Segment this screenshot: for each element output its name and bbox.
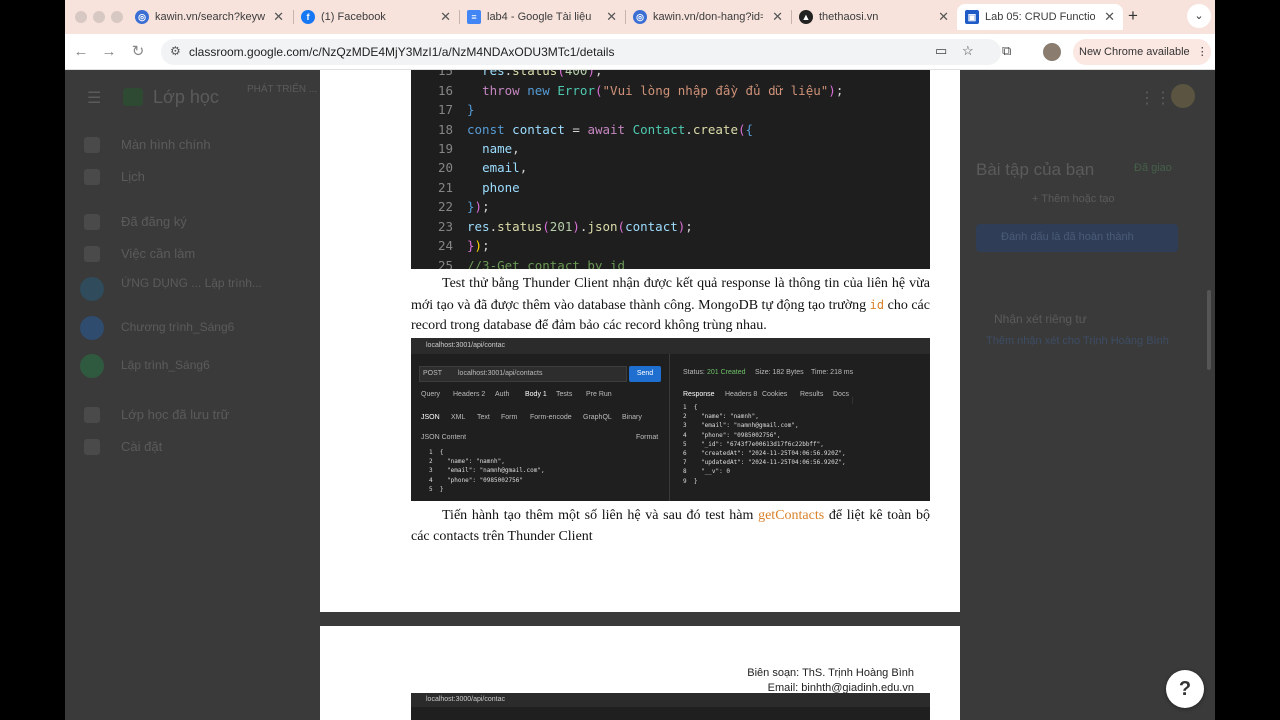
classroom-icon: ▣ (965, 10, 979, 24)
thunder-client-screenshot-2: localhost:3000/api/contac (411, 693, 930, 720)
bookmark-star-icon[interactable]: ☆ (962, 43, 974, 59)
apps-grid-icon[interactable]: ⋮⋮ (1139, 88, 1171, 108)
close-icon[interactable]: ✕ (1104, 9, 1115, 25)
paragraph-get-contacts: Tiến hành tạo thêm một số liên hệ và sau… (411, 508, 930, 544)
close-icon[interactable]: ✕ (772, 9, 783, 25)
classroom-logo (123, 88, 143, 106)
class-avatar (80, 277, 104, 301)
tab-kawin-order[interactable]: ◎ kawin.vn/don-hang?id=1 ✕ (625, 4, 791, 30)
request-body: 1 { 2 "name": "namnh", 3 "email": "namnh… (429, 449, 545, 493)
tab-kawin-search[interactable]: ◎ kawin.vn/search?keywor ✕ (127, 4, 292, 30)
assigned-status: Đã giao (1134, 162, 1172, 174)
tab-thethaosi[interactable]: ▲ thethaosi.vn ✕ (791, 4, 957, 30)
sidebar-item-class-1[interactable]: ỨNG DỤNG ... Lập trình... (121, 276, 262, 290)
sidebar-item-settings[interactable]: Cài đặt (121, 439, 162, 454)
your-work-panel: Bài tập của bạn Đã giao + Thêm hoặc tạo … (962, 150, 1212, 610)
author-info: Biên soạn: ThS. Trịnh Hoàng Bình Email: … (747, 667, 914, 694)
site-settings-icon[interactable]: ⚙ (170, 44, 181, 58)
new-tab-button[interactable]: + (1128, 6, 1138, 26)
globe-icon: ◎ (633, 10, 647, 24)
tab-google-docs[interactable]: ≡ lab4 - Google Tài liệu ✕ (459, 4, 625, 30)
close-icon[interactable]: ✕ (938, 9, 949, 25)
url-text: classroom.google.com/c/NzQzMDE4MjY3MzI1/… (189, 45, 615, 59)
sidebar-item-archived[interactable]: Lớp học đã lưu trữ (121, 407, 229, 422)
settings-icon (84, 439, 100, 455)
code-line: 21 phone (437, 180, 520, 195)
reload-icon[interactable]: ↻ (128, 42, 148, 62)
sidebar-item-home[interactable]: Màn hình chính (121, 137, 211, 152)
code-line: 23 res.status(201).json(contact); (437, 219, 693, 234)
close-icon[interactable]: ✕ (440, 9, 451, 25)
text-cursor-icon: I (851, 395, 855, 407)
home-icon (84, 137, 100, 153)
globe-icon: ◎ (135, 10, 149, 24)
send-button: Send (629, 366, 661, 382)
code-screenshot: 15 res.status(400); 16 throw new Error("… (411, 70, 930, 269)
close-icon[interactable]: ✕ (273, 9, 284, 25)
breadcrumb[interactable]: PHÁT TRIỂN ... (247, 84, 317, 95)
private-comments-title: Nhận xét riêng tư (994, 312, 1087, 326)
code-line: 25//3-Get contact by id (437, 258, 626, 269)
close-window-button[interactable] (75, 11, 87, 23)
code-line: 18 const contact = await Contact.create({ (437, 122, 754, 137)
tab-search-chevron-icon[interactable]: ⌄ (1187, 4, 1211, 28)
menu-icon[interactable]: ☰ (87, 88, 101, 108)
code-line: 15 res.status(400); (437, 70, 603, 78)
account-avatar[interactable] (1171, 84, 1195, 108)
your-work-title: Bài tập của bạn (976, 160, 1095, 179)
add-create-button[interactable]: + Thêm hoặc tạo (1032, 193, 1115, 205)
sidebar-item-class-3[interactable]: Lập trình_Sáng6 (121, 358, 210, 372)
site-icon: ▲ (799, 10, 813, 24)
sidebar-item-calendar[interactable]: Lịch (121, 169, 145, 184)
minimize-window-button[interactable] (93, 11, 105, 23)
code-line: 20 email, (437, 160, 528, 175)
classroom-page: ☰ Lớp học PHÁT TRIỂN ... Màn hình chính … (65, 70, 1215, 720)
forward-arrow-icon[interactable]: → (99, 42, 119, 62)
scrollbar[interactable] (1207, 290, 1211, 370)
address-bar[interactable]: ⚙ classroom.google.com/c/NzQzMDE4MjY3MzI… (161, 39, 1001, 65)
zoom-window-button[interactable] (111, 11, 123, 23)
paragraph-response: Test thử bằng Thunder Client nhận được k… (411, 276, 930, 333)
help-button[interactable]: ? (1166, 670, 1204, 708)
thunder-client-screenshot: localhost:3001/api/contac POST localhost… (411, 338, 930, 501)
cast-icon[interactable]: ▭ (935, 43, 947, 59)
todo-icon (84, 246, 100, 262)
calendar-icon (84, 169, 100, 185)
app-name: Lớp học (153, 87, 219, 107)
browser-window: ◎ kawin.vn/search?keywor ✕ f (1) Faceboo… (65, 0, 1215, 720)
browser-toolbar: ← → ↻ ⚙ classroom.google.com/c/NzQzMDE4M… (65, 34, 1215, 70)
document-page-2: Biên soạn: ThS. Trịnh Hoàng Bình Email: … (320, 626, 960, 720)
tab-strip: ◎ kawin.vn/search?keywor ✕ f (1) Faceboo… (65, 0, 1215, 34)
back-arrow-icon[interactable]: ← (71, 42, 91, 62)
sidebar-item-todo[interactable]: Việc cần làm (121, 246, 195, 261)
document-page: 15 res.status(400); 16 throw new Error("… (320, 70, 960, 612)
code-line: 19 name, (437, 141, 520, 156)
sidebar-item-enrolled[interactable]: Đã đăng ký (121, 214, 187, 229)
class-avatar (80, 316, 104, 340)
class-avatar (80, 354, 104, 378)
sidebar-item-class-2[interactable]: Chương trình_Sáng6 (121, 320, 234, 334)
response-body: 1 { 2 "name": "namnh", 3 "email": "namnh… (683, 404, 846, 485)
extensions-icon[interactable]: ⧉ (1002, 43, 1011, 59)
archive-icon (84, 407, 100, 423)
profile-avatar[interactable] (1043, 43, 1061, 61)
facebook-icon: f (301, 10, 315, 24)
mark-done-button[interactable]: Đánh dấu là đã hoàn thành (976, 224, 1178, 252)
close-icon[interactable]: ✕ (606, 9, 617, 25)
code-line: 22}); (437, 199, 490, 214)
code-line: 24}); (437, 238, 490, 253)
request-url-box: POST localhost:3001/api/contacts (419, 366, 627, 382)
new-chrome-available-button[interactable]: New Chrome available ⋮ (1073, 39, 1211, 65)
tab-facebook[interactable]: f (1) Facebook ✕ (293, 4, 459, 30)
add-comment-link[interactable]: Thêm nhận xét cho Trịnh Hoàng Bình (986, 335, 1169, 347)
docs-icon: ≡ (467, 10, 481, 24)
code-line: 17} (437, 102, 475, 117)
enrolled-icon (84, 214, 100, 230)
code-line: 16 throw new Error("Vui lòng nhập đầy đủ… (437, 83, 844, 98)
more-vert-icon: ⋮ (1196, 46, 1208, 58)
thunder-tab: localhost:3001/api/contac (411, 338, 930, 354)
tab-classroom-active[interactable]: ▣ Lab 05: CRUD Function ✕ (957, 4, 1123, 30)
